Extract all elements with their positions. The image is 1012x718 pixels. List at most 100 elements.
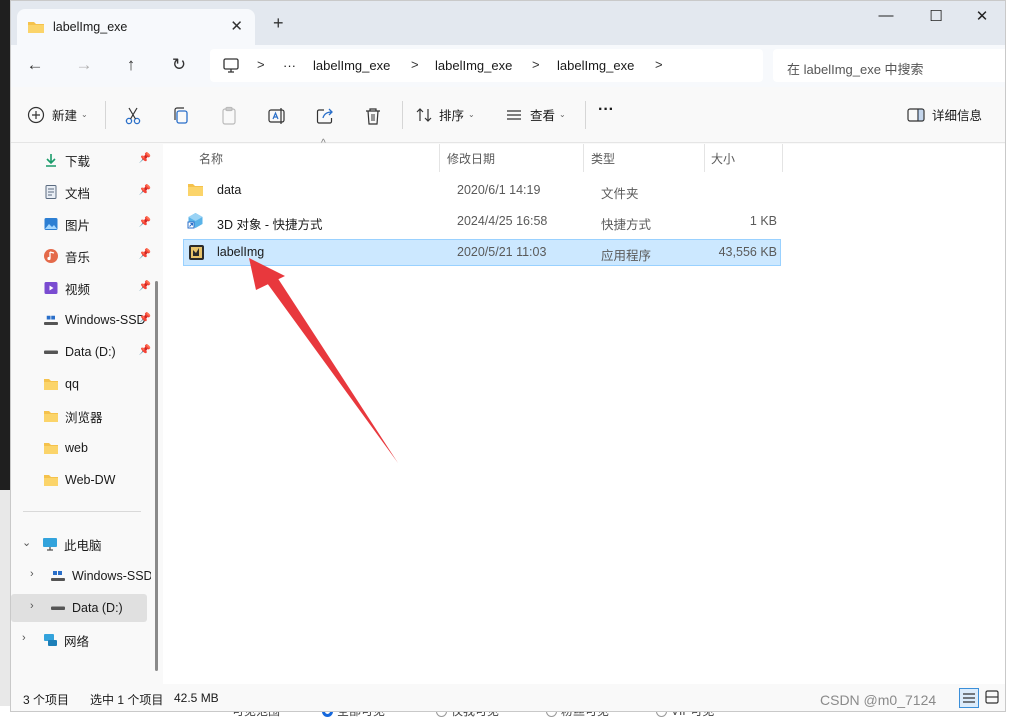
new-button[interactable]: 新建 ⌄: [27, 105, 88, 124]
pin-icon: 📌: [138, 217, 151, 228]
chevron-down-icon: ⌄: [468, 110, 475, 119]
chevron-right-icon[interactable]: ›: [30, 600, 34, 612]
folder-icon: [44, 443, 58, 454]
column-header-type[interactable]: 类型: [591, 150, 615, 167]
sidebar-item-label: Data (D:): [72, 601, 123, 615]
sidebar-scrollbar[interactable]: [155, 281, 158, 671]
sidebar-item-label: 视频: [65, 282, 91, 297]
rename-icon[interactable]: [266, 105, 288, 127]
sidebar-item-windows-ssd[interactable]: Windows-SSD 📌: [11, 306, 151, 334]
sidebar-item-documents[interactable]: 文档 📌: [11, 178, 151, 206]
file-name: labelImg: [217, 245, 265, 259]
sidebar-item-videos[interactable]: 视频 📌: [11, 274, 151, 302]
pin-icon: 📌: [138, 313, 151, 324]
sidebar-item-music[interactable]: 音乐 📌: [11, 242, 151, 270]
sidebar-item-web-dw[interactable]: Web-DW: [11, 466, 151, 494]
refresh-button[interactable]: ↻: [167, 54, 191, 78]
pin-icon: 📌: [138, 185, 151, 196]
item-count: 3 个项目: [23, 693, 70, 707]
copy-icon[interactable]: [170, 105, 192, 127]
file-modified: 2024/4/25 16:58: [457, 214, 548, 228]
search-input[interactable]: 在 labelImg_exe 中搜索: [773, 49, 1005, 82]
sort-label: 排序: [439, 109, 465, 123]
file-type: 应用程序: [601, 249, 652, 263]
sidebar-item-label: 图片: [65, 218, 91, 233]
sidebar-item-network[interactable]: 网络: [11, 626, 151, 654]
sidebar-item-label: qq: [65, 377, 79, 391]
column-header-name[interactable]: 名称: [199, 150, 223, 167]
folder-icon: [44, 379, 58, 390]
file-modified: 2020/5/21 11:03: [457, 245, 547, 259]
column-header-modified[interactable]: 修改日期: [447, 150, 495, 167]
file-name: data: [217, 183, 242, 197]
monitor-icon: [223, 58, 239, 73]
tiles-view-button[interactable]: [983, 688, 1003, 708]
sidebar-item-label: Web-DW: [65, 473, 116, 487]
delete-icon[interactable]: [362, 105, 384, 127]
divider: [585, 101, 586, 129]
column-divider[interactable]: [704, 144, 705, 172]
pin-icon: 📌: [138, 345, 151, 356]
breadcrumb-separator[interactable]: >: [411, 57, 419, 72]
network-icon: [44, 634, 57, 646]
breadcrumb-separator[interactable]: >: [532, 57, 540, 72]
new-label: 新建: [52, 109, 78, 123]
divider: [402, 101, 403, 129]
sidebar-item-browser[interactable]: 浏览器: [11, 402, 151, 430]
sidebar-item-qq[interactable]: qq: [11, 370, 151, 398]
breadcrumb-item[interactable]: labelImg_exe: [557, 58, 634, 73]
column-divider[interactable]: [583, 144, 584, 172]
view-label: 查看: [530, 109, 556, 123]
view-list-icon: [507, 109, 521, 120]
column-header-size[interactable]: 大小: [711, 150, 735, 167]
details-label: 详细信息: [932, 109, 983, 123]
breadcrumb-item[interactable]: labelImg_exe: [435, 58, 512, 73]
address-bar[interactable]: > ··· labelImg_exe > labelImg_exe > labe…: [210, 49, 763, 82]
new-tab-button[interactable]: +: [273, 13, 284, 34]
sidebar-item-web[interactable]: web: [11, 434, 151, 462]
breadcrumb-item[interactable]: labelImg_exe: [313, 58, 390, 73]
file-size: 1 KB: [749, 214, 777, 228]
back-button[interactable]: ←: [23, 54, 47, 78]
cut-icon[interactable]: [122, 105, 144, 127]
sort-button[interactable]: 排序 ⌄: [415, 105, 475, 124]
sidebar-item-windows-ssd-pc[interactable]: Windows-SSD: [11, 562, 151, 590]
column-divider[interactable]: [782, 144, 783, 172]
file-row[interactable]: 3D 对象 - 快捷方式 2024/4/25 16:58 快捷方式 1 KB: [183, 208, 781, 235]
sidebar-item-label: 文档: [65, 186, 91, 201]
sidebar-item-downloads[interactable]: 下载 📌: [11, 146, 151, 174]
paste-icon[interactable]: [218, 105, 240, 127]
tiles-view-icon: [985, 690, 999, 704]
breadcrumb-separator: >: [257, 57, 265, 72]
breadcrumb-more[interactable]: ···: [283, 58, 296, 73]
up-button[interactable]: ↑: [119, 54, 143, 78]
folder-icon: [28, 22, 44, 33]
file-row[interactable]: data 2020/6/1 14:19 文件夹: [183, 177, 781, 204]
file-row-selected[interactable]: labelImg 2020/5/21 11:03 应用程序 43,556 KB: [183, 239, 781, 266]
sidebar-item-label: Data (D:): [65, 345, 116, 359]
forward-button[interactable]: →: [72, 54, 96, 78]
column-divider[interactable]: [439, 144, 440, 172]
maximize-button[interactable]: ☐: [913, 7, 959, 27]
selected-count: 选中 1 个项目: [90, 693, 164, 707]
sidebar-item-pictures[interactable]: 图片 📌: [11, 210, 151, 238]
share-icon[interactable]: [314, 105, 336, 127]
details-pane-button[interactable]: 详细信息: [907, 105, 982, 124]
sidebar-item-label: 网络: [64, 634, 90, 649]
sidebar-item-label: web: [65, 441, 88, 455]
details-pane-icon: [907, 107, 925, 122]
sidebar-item-this-pc[interactable]: 此电脑: [11, 530, 151, 558]
view-button[interactable]: 查看 ⌄: [505, 105, 566, 124]
breadcrumb-separator[interactable]: >: [655, 57, 663, 72]
more-options-button[interactable]: ···: [598, 101, 614, 119]
labelimg-app-icon: [189, 245, 204, 260]
pictures-icon: [44, 218, 58, 230]
tab-close-icon[interactable]: ✕: [230, 17, 243, 35]
sidebar-item-data-d[interactable]: Data (D:) 📌: [11, 338, 151, 366]
close-button[interactable]: ✕: [959, 7, 1005, 27]
chevron-down-icon: ⌄: [559, 110, 566, 119]
tab-labelimg-exe[interactable]: labelImg_exe ✕: [17, 9, 255, 45]
desktop-background-gray: [0, 490, 10, 718]
minimize-button[interactable]: —: [863, 7, 909, 27]
details-view-button[interactable]: [959, 688, 979, 708]
